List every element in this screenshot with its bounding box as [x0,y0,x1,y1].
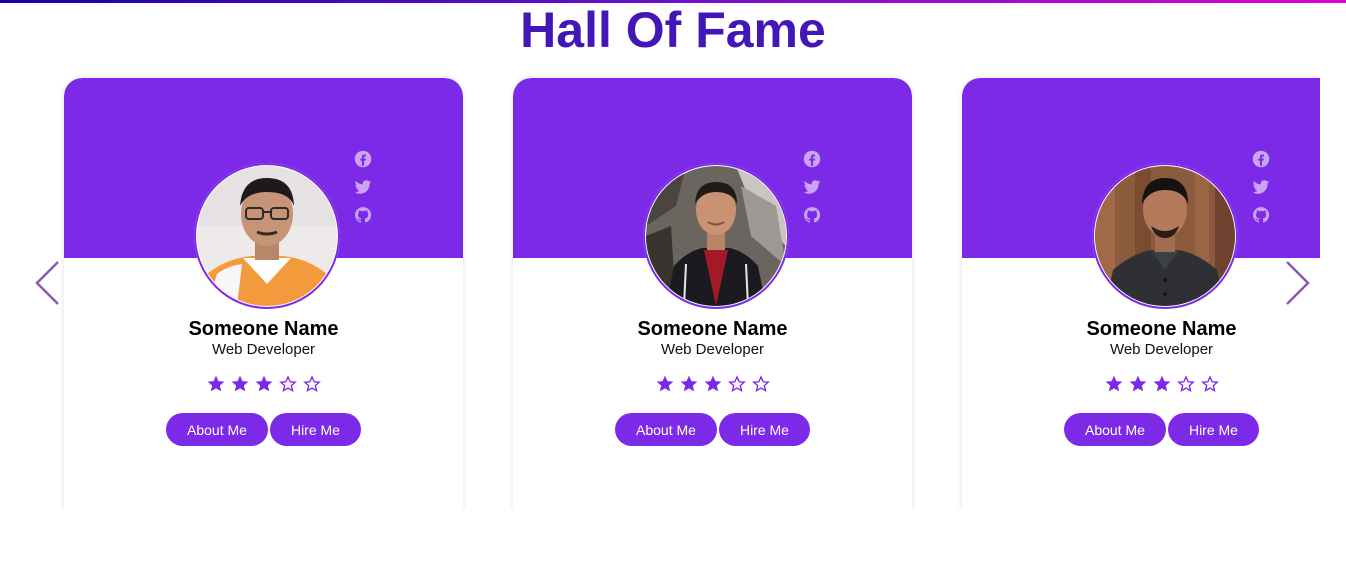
about-me-button[interactable]: About Me [615,413,717,446]
star-outline-icon [278,375,297,393]
star-filled-icon [680,375,697,392]
star-outline-icon [302,375,321,393]
person-name: Someone Name [188,318,339,340]
carousel-viewport: Someone Name Web Developer About Me Hire… [60,70,1320,510]
star-filled-icon [704,375,721,392]
star-outline-icon [727,375,746,393]
profile-photo [197,166,337,306]
person-name: Someone Name [637,318,788,340]
star-filled-icon [656,375,673,392]
avatar [194,163,340,309]
about-me-button[interactable]: About Me [1064,413,1166,446]
hire-me-button[interactable]: Hire Me [718,413,810,446]
github-icon[interactable] [803,206,821,224]
profile-card: Someone Name Web Developer About Me Hire… [962,78,1320,510]
person-role: Web Developer [211,341,316,358]
chevron-left-icon [35,261,59,305]
social-links [354,150,372,224]
star-filled-icon [1105,375,1122,392]
github-icon[interactable] [1252,206,1270,224]
facebook-icon[interactable] [803,150,821,168]
star-rating [64,374,463,394]
star-rating [962,374,1320,394]
card-actions: About Me Hire Me [64,413,463,446]
star-filled-icon [207,375,224,392]
star-outline-icon [1200,375,1219,393]
star-rating [513,374,912,394]
card-actions: About Me Hire Me [962,413,1320,446]
person-name: Someone Name [1086,318,1237,340]
chevron-right-icon [1286,261,1310,305]
twitter-icon[interactable] [354,178,372,196]
social-links [1252,150,1270,224]
person-role: Web Developer [1109,341,1214,358]
github-icon[interactable] [354,206,372,224]
page-title: Hall Of Fame [520,2,826,58]
hire-me-button[interactable]: Hire Me [269,413,361,446]
carousel-prev-button[interactable] [34,260,62,306]
profile-photo [646,166,786,306]
facebook-icon[interactable] [354,150,372,168]
social-links [803,150,821,224]
profile-card: Someone Name Web Developer About Me Hire… [64,78,463,510]
about-me-button[interactable]: About Me [166,413,268,446]
hire-me-button[interactable]: Hire Me [1167,413,1259,446]
facebook-icon[interactable] [1252,150,1270,168]
avatar [1092,163,1238,309]
star-filled-icon [231,375,248,392]
star-filled-icon [1153,375,1170,392]
profile-card: Someone Name Web Developer About Me Hire… [513,78,912,510]
twitter-icon[interactable] [803,178,821,196]
star-filled-icon [255,375,272,392]
star-filled-icon [1129,375,1146,392]
twitter-icon[interactable] [1252,178,1270,196]
profile-photo [1095,166,1235,306]
hall-of-fame-carousel: Someone Name Web Developer About Me Hire… [0,70,1346,510]
card-actions: About Me Hire Me [513,413,912,446]
star-outline-icon [751,375,770,393]
person-role: Web Developer [660,341,765,358]
star-outline-icon [1176,375,1195,393]
avatar [643,163,789,309]
carousel-next-button[interactable] [1283,260,1311,306]
